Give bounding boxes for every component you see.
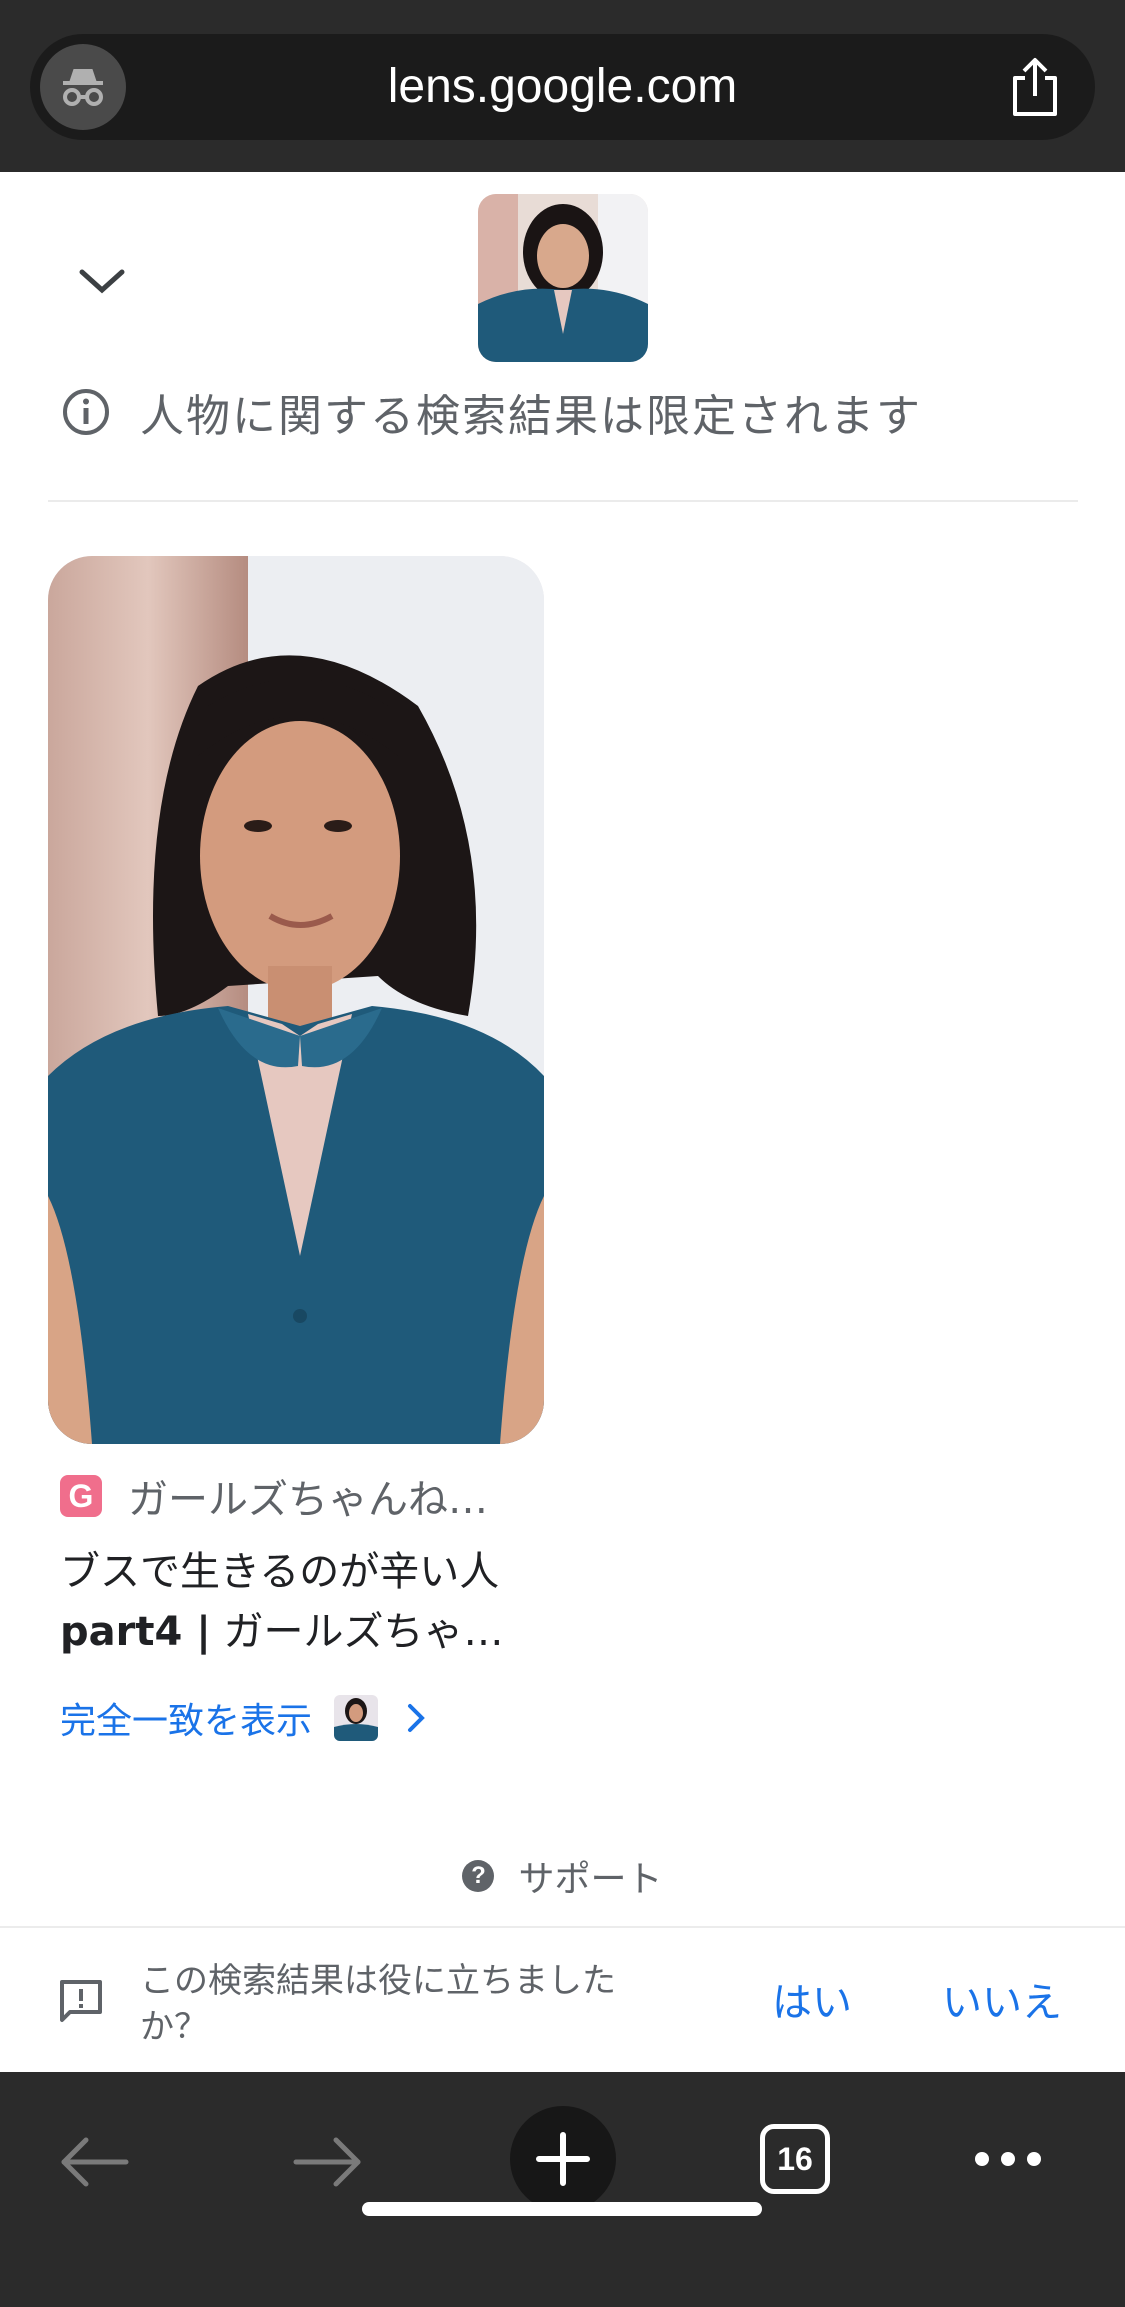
- share-icon[interactable]: [1005, 56, 1065, 118]
- site-favicon-icon: G: [60, 1475, 102, 1517]
- browser-top-bar: lens.google.com: [0, 0, 1125, 172]
- address-bar[interactable]: lens.google.com: [30, 34, 1095, 140]
- url-text[interactable]: lens.google.com: [30, 34, 1095, 140]
- result-title-bold: part4 |: [60, 1609, 211, 1655]
- result-title[interactable]: ブスで生きるのが辛い人 part4 | ガールズちゃ…: [60, 1542, 560, 1662]
- feedback-no-button[interactable]: いいえ: [942, 1970, 1062, 2028]
- source-name[interactable]: ガールズちゃんね…: [128, 1467, 488, 1525]
- support-label: サポート: [518, 1859, 663, 1900]
- result-title-rest: ガールズちゃ…: [210, 1609, 504, 1655]
- support-link[interactable]: ? サポート: [0, 1850, 1125, 1902]
- back-arrow-icon[interactable]: [56, 2132, 132, 2192]
- feedback-bar: この検索結果は役に立ちましたか？ はい いいえ: [0, 1928, 1125, 2072]
- notice-text: 人物に関する検索結果は限定されます: [140, 391, 922, 442]
- divider: [48, 500, 1078, 502]
- exact-match-label: 完全一致を表示: [60, 1701, 313, 1742]
- help-icon: ?: [462, 1860, 495, 1892]
- exact-match-thumbnail: [334, 1695, 379, 1741]
- result-image[interactable]: [48, 556, 544, 1444]
- home-indicator[interactable]: [362, 2202, 762, 2216]
- new-tab-plus-icon[interactable]: [510, 2106, 616, 2212]
- result-source[interactable]: G ガールズちゃんね…: [60, 1468, 488, 1524]
- people-results-notice: 人物に関する検索結果は限定されます: [60, 382, 922, 442]
- feedback-yes-button[interactable]: はい: [772, 1970, 852, 2028]
- browser-bottom-toolbar: 16: [0, 2072, 1125, 2307]
- exact-match-link[interactable]: 完全一致を表示: [60, 1690, 430, 1746]
- result-title-line1: ブスで生きるのが辛い人: [60, 1549, 500, 1595]
- info-icon: [63, 389, 109, 435]
- feedback-question: この検索結果は役に立ちましたか？: [140, 1961, 616, 2047]
- chevron-right-icon: [408, 1704, 425, 1732]
- feedback-icon: [60, 1980, 102, 2022]
- result-title-line2: part4 | ガールズちゃ…: [60, 1602, 560, 1662]
- query-image-thumbnail[interactable]: [478, 194, 648, 362]
- tab-switcher-icon[interactable]: 16: [760, 2124, 830, 2194]
- chevron-down-icon[interactable]: [72, 252, 132, 312]
- forward-arrow-icon[interactable]: [290, 2132, 366, 2192]
- more-icon[interactable]: [970, 2144, 1046, 2174]
